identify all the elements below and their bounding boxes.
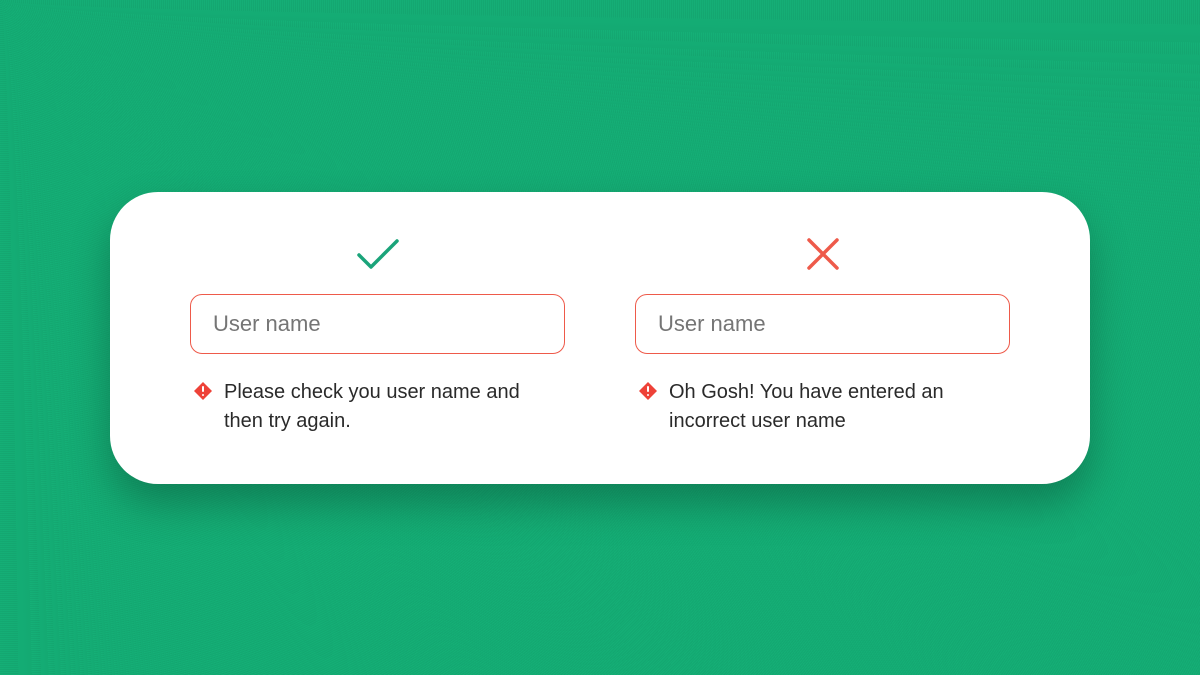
good-example-column: Please check you user name and then try … [190,232,565,436]
error-message-text: Oh Gosh! You have entered an incorrect u… [669,378,989,436]
error-message-row: Please check you user name and then try … [190,378,565,436]
error-message-row: Oh Gosh! You have entered an incorrect u… [635,378,1010,436]
alert-icon [639,382,657,405]
bad-example-column: Oh Gosh! You have entered an incorrect u… [635,232,1010,436]
username-input-bad[interactable] [635,294,1010,354]
username-input-good[interactable] [190,294,565,354]
comparison-card: Please check you user name and then try … [110,192,1090,484]
alert-icon [194,382,212,405]
cross-icon [803,232,843,276]
check-icon [353,232,403,276]
error-message-text: Please check you user name and then try … [224,378,544,436]
